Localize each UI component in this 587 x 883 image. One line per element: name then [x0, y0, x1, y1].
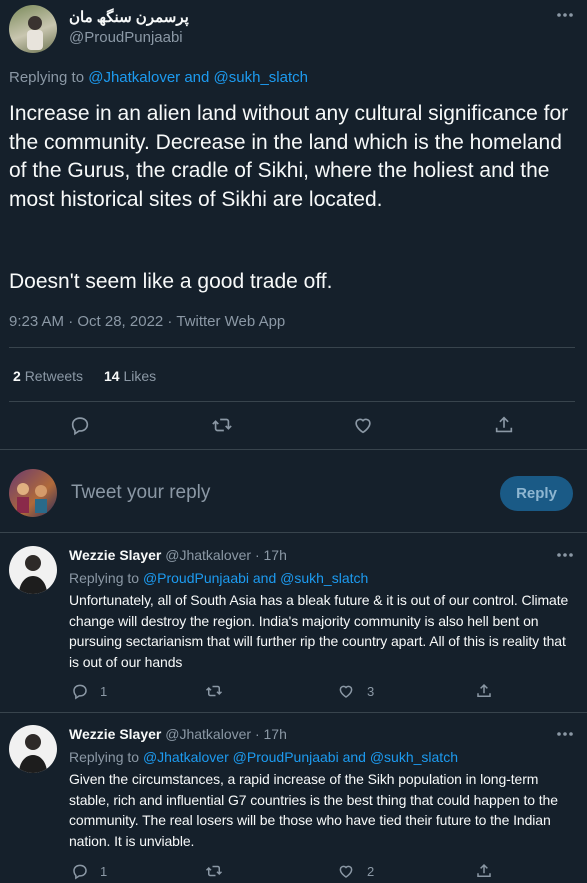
divider: [0, 712, 587, 713]
reply-input[interactable]: [66, 478, 476, 508]
tweet-text-2: Doesn't seem like a good trade off.: [9, 270, 333, 293]
reply-time[interactable]: 17h: [264, 726, 287, 742]
author-avatar[interactable]: [9, 5, 57, 53]
retweet-icon[interactable]: [205, 862, 223, 880]
reply-header: Wezzie Slayer @Jhatkalover · 17h: [69, 546, 287, 564]
reply-button[interactable]: Reply: [500, 476, 573, 511]
like-count: 2: [367, 864, 375, 879]
mention-link[interactable]: @ProudPunjaabi: [143, 570, 249, 586]
divider: [0, 532, 587, 533]
reply-author-handle[interactable]: @Jhatkalover: [165, 547, 251, 563]
reply-icon[interactable]: [69, 414, 91, 436]
reply-time[interactable]: 17h: [264, 547, 287, 563]
more-icon[interactable]: [553, 6, 577, 24]
avatar-image: [17, 483, 47, 513]
retweets-count: 2: [13, 368, 21, 384]
reply-icon[interactable]: [71, 682, 89, 700]
avatar-image: [19, 555, 47, 594]
reply-header: Wezzie Slayer @Jhatkalover · 17h: [69, 725, 287, 743]
divider: [9, 347, 575, 348]
reply-author-handle[interactable]: @Jhatkalover: [165, 726, 251, 742]
mention-and[interactable]: and: [253, 570, 276, 586]
like-icon[interactable]: [337, 682, 355, 700]
separator: ·: [254, 726, 260, 742]
avatar-image: [27, 16, 43, 50]
mention-and[interactable]: and: [343, 749, 366, 765]
share-icon[interactable]: [475, 862, 493, 880]
divider: [9, 401, 575, 402]
divider: [0, 449, 587, 450]
reply-count: 1: [100, 864, 108, 879]
reply-text: Given the circumstances, a rapid increas…: [69, 771, 558, 849]
replying-prefix: Replying to: [69, 749, 140, 765]
reply-author-name[interactable]: Wezzie Slayer: [69, 547, 161, 563]
my-avatar[interactable]: [9, 469, 57, 517]
mention-link[interactable]: @sukh_slatch: [214, 69, 308, 86]
like-icon[interactable]: [337, 862, 355, 880]
avatar-image: [19, 734, 47, 773]
more-icon[interactable]: [553, 546, 577, 564]
reply-author-name[interactable]: Wezzie Slayer: [69, 726, 161, 742]
reply-count: 1: [100, 684, 108, 699]
separator: ·: [254, 547, 260, 563]
reply-text: Unfortunately, all of South Asia has a b…: [69, 592, 569, 670]
mention-link[interactable]: @sukh_slatch: [280, 570, 368, 586]
share-icon[interactable]: [475, 682, 493, 700]
reply-replying-to: Replying to @ProudPunjaabi and @sukh_sla…: [69, 569, 368, 587]
tweet-text: Increase in an alien land without any cu…: [9, 102, 569, 211]
replying-prefix: Replying to: [69, 570, 140, 586]
likes-stat[interactable]: 14 Likes: [104, 367, 156, 385]
likes-count: 14: [104, 368, 120, 384]
retweet-icon[interactable]: [205, 682, 223, 700]
mention-and[interactable]: and: [184, 69, 209, 86]
mention-link[interactable]: @sukh_slatch: [370, 749, 458, 765]
retweets-label: Retweets: [24, 368, 84, 384]
retweets-stat[interactable]: 2 Retweets: [13, 367, 83, 385]
reply-replying-to: Replying to @Jhatkalover @ProudPunjaabi …: [69, 748, 458, 766]
tweet-timestamp[interactable]: 9:23 AM · Oct 28, 2022 · Twitter Web App: [9, 313, 285, 331]
replying-to: Replying to @Jhatkalover and @sukh_slatc…: [9, 68, 308, 88]
mention-link[interactable]: @Jhatkalover: [88, 69, 180, 86]
author-handle[interactable]: @ProudPunjaabi: [69, 29, 183, 47]
like-count: 3: [367, 684, 375, 699]
reply-avatar[interactable]: [9, 725, 57, 773]
retweet-icon[interactable]: [211, 414, 233, 436]
reply-icon[interactable]: [71, 862, 89, 880]
like-icon[interactable]: [352, 414, 374, 436]
author-display-name[interactable]: پرسمرن سنگھ مان: [69, 9, 189, 27]
mention-link[interactable]: @Jhatkalover: [143, 749, 229, 765]
likes-label: Likes: [123, 368, 157, 384]
more-icon[interactable]: [553, 725, 577, 743]
reply-avatar[interactable]: [9, 546, 57, 594]
replying-prefix: Replying to: [9, 69, 85, 86]
share-icon[interactable]: [493, 414, 515, 436]
mention-link[interactable]: @ProudPunjaabi: [233, 749, 339, 765]
